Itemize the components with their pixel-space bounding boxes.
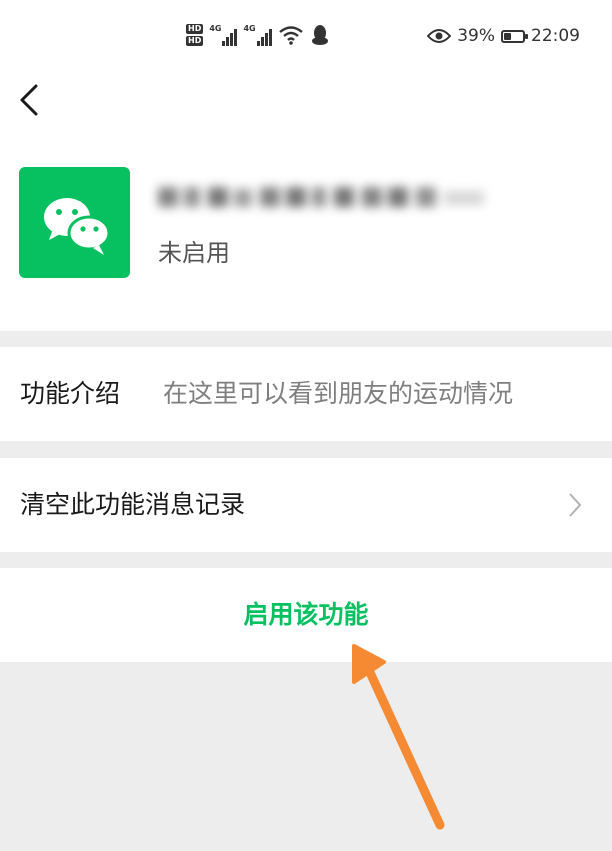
enable-row[interactable]: 启用该功能: [0, 568, 612, 662]
chevron-right-icon: [569, 493, 582, 517]
signal-icon: 4G: [243, 24, 272, 46]
hd-icon: HD: [186, 24, 204, 34]
intro-label: 功能介绍: [20, 379, 121, 408]
intro-value: 在这里可以看到朋友的运动情况: [163, 379, 514, 408]
feature-status: 未启用: [158, 239, 230, 267]
clear-history-label: 清空此功能消息记录: [20, 490, 246, 519]
annotation-arrow: [352, 644, 445, 830]
qq-penguin-icon: [311, 25, 328, 45]
back-button[interactable]: [12, 80, 46, 120]
hd-icons: HD HD: [186, 24, 204, 46]
status-bar: HD HD 4G 4G 39% 22:09: [0, 0, 612, 70]
intro-row: 功能介绍 在这里可以看到朋友的运动情况: [0, 347, 612, 441]
hd-icon: HD: [186, 36, 204, 46]
eye-icon: [427, 29, 452, 43]
network-type: 4G: [209, 24, 222, 33]
status-right: 39% 22:09: [427, 22, 580, 50]
wechat-icon: [19, 167, 130, 278]
wifi-icon: [278, 26, 303, 45]
battery-percent: 39%: [457, 26, 495, 46]
battery-icon: [501, 29, 528, 43]
clear-history-row[interactable]: 清空此功能消息记录: [0, 458, 612, 552]
clock: 22:09: [531, 26, 580, 46]
signal-icon: 4G: [209, 24, 238, 46]
status-left: HD HD 4G 4G: [186, 18, 330, 52]
blurred-id-text: [158, 187, 484, 207]
battery-level: [504, 32, 512, 40]
network-type: 4G: [243, 24, 256, 33]
enable-feature-button[interactable]: 启用该功能: [0, 598, 612, 632]
